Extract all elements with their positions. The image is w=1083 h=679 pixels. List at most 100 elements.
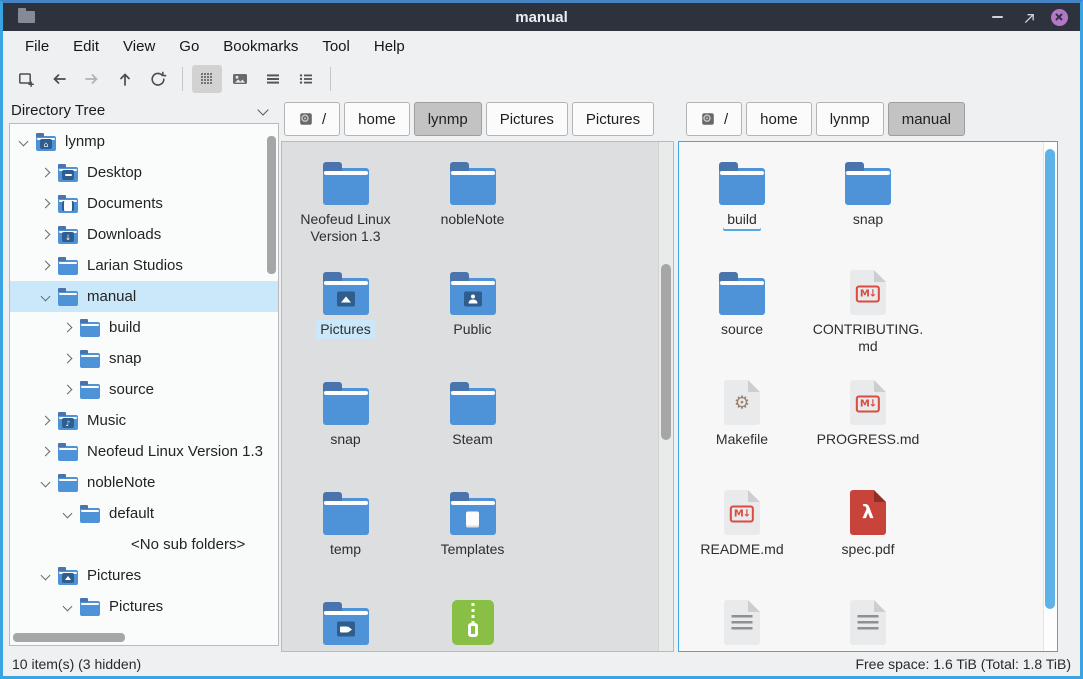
left-breadcrumb-pictures[interactable]: Pictures <box>572 102 654 136</box>
left-file-item-pictures[interactable]: Pictures <box>282 256 409 366</box>
sidebar-header-label: Directory Tree <box>11 102 105 119</box>
left-file-item-videos[interactable]: Videos <box>282 586 409 652</box>
left-breadcrumb-pictures[interactable]: Pictures <box>486 102 568 136</box>
right-breadcrumb-lynmp[interactable]: lynmp <box>816 102 884 136</box>
maximize-button[interactable] <box>1019 8 1037 26</box>
sidebar-header[interactable]: Directory Tree <box>9 100 279 121</box>
left-breadcrumb-home[interactable]: home <box>344 102 410 136</box>
chevron-down-icon[interactable] <box>255 103 271 119</box>
tree-item-desktop[interactable]: Desktop <box>10 157 278 188</box>
tree-item-pictures[interactable]: Pictures <box>10 591 278 622</box>
compact-view-button[interactable] <box>258 65 288 93</box>
file-item-label: temp <box>326 540 365 559</box>
new-tab-button[interactable] <box>11 65 41 93</box>
tree-item-neofeud-linux-version-1-3[interactable]: Neofeud Linux Version 1.3 <box>10 436 278 467</box>
expand-chevron-icon[interactable] <box>38 444 54 460</box>
right-breadcrumb-manual[interactable]: manual <box>888 102 965 136</box>
tree-item-pictures[interactable]: Pictures <box>10 560 278 591</box>
left-file-view[interactable]: Neofeud Linux Version 1.3nobleNotePictur… <box>281 141 674 652</box>
left-file-item-steam[interactable]: Steam <box>409 366 536 476</box>
left-pane-scrollbar-thumb[interactable] <box>661 264 671 440</box>
makefile-icon: ⚙ <box>724 380 760 425</box>
file-item-label: Videos <box>320 650 371 652</box>
right-file-item-spec-pdf[interactable]: λspec.pdf <box>805 476 931 586</box>
folder-icon <box>845 168 891 205</box>
menu-file[interactable]: File <box>13 34 61 59</box>
left-file-item-templates[interactable]: Templates <box>409 476 536 586</box>
tree-item-build[interactable]: build <box>10 312 278 343</box>
collapse-chevron-icon[interactable] <box>16 134 32 150</box>
tree-item-lynmp[interactable]: ⌂lynmp <box>10 126 278 157</box>
collapse-chevron-icon[interactable] <box>60 599 76 615</box>
icon-view-button[interactable] <box>192 65 222 93</box>
tree-item-downloads[interactable]: ↓Downloads <box>10 219 278 250</box>
right-breadcrumb-item[interactable]: / <box>686 102 742 136</box>
right-file-item-spec-rst[interactable]: spec.rst <box>679 586 805 652</box>
right-pane-scrollbar[interactable] <box>1043 142 1057 651</box>
left-file-item-temp[interactable]: temp <box>282 476 409 586</box>
menu-tool[interactable]: Tool <box>310 34 362 59</box>
tree-item-larian-studios[interactable]: Larian Studios <box>10 250 278 281</box>
left-breadcrumb-lynmp[interactable]: lynmp <box>414 102 482 136</box>
expand-chevron-icon[interactable] <box>38 196 54 212</box>
tree-item-default[interactable]: default <box>10 498 278 529</box>
collapse-chevron-icon[interactable] <box>38 568 54 584</box>
titlebar[interactable]: manual <box>3 3 1080 31</box>
tree-item-no-sub-folders[interactable]: <No sub folders> <box>10 529 278 560</box>
window-folder-icon <box>18 11 35 23</box>
menu-edit[interactable]: Edit <box>61 34 111 59</box>
left-file-item-snap[interactable]: snap <box>282 366 409 476</box>
right-file-item-makefile[interactable]: ⚙Makefile <box>679 366 805 476</box>
menu-view[interactable]: View <box>111 34 167 59</box>
right-file-item-styleguide-rst[interactable]: StyleGuide.rst <box>805 586 931 652</box>
right-file-item-readme-md[interactable]: M↓README.md <box>679 476 805 586</box>
expand-chevron-icon[interactable] <box>38 413 54 429</box>
up-button[interactable] <box>110 65 140 93</box>
markdown-file-icon: M↓ <box>724 490 760 535</box>
file-item-label: spec.rst <box>713 650 770 652</box>
collapse-chevron-icon[interactable] <box>60 506 76 522</box>
right-breadcrumb-home[interactable]: home <box>746 102 812 136</box>
sidebar-horizontal-scrollbar[interactable] <box>13 633 125 642</box>
expand-chevron-icon[interactable] <box>38 165 54 181</box>
expand-chevron-icon[interactable] <box>60 320 76 336</box>
sidebar-vertical-scrollbar[interactable] <box>267 136 276 274</box>
menu-bookmarks[interactable]: Bookmarks <box>211 34 310 59</box>
left-file-item-memes-tar-gz[interactable]: memes.tar.gz <box>409 586 536 652</box>
left-file-item-public[interactable]: Public <box>409 256 536 366</box>
left-breadcrumb-item[interactable]: / <box>284 102 340 136</box>
back-button[interactable] <box>44 65 74 93</box>
collapse-chevron-icon[interactable] <box>38 289 54 305</box>
directory-tree: ⌂lynmpDesktopDocuments↓DownloadsLarian S… <box>10 124 278 622</box>
left-file-item-neofeud-linux-version-1-3[interactable]: Neofeud Linux Version 1.3 <box>282 146 409 256</box>
minimize-button[interactable] <box>988 8 1006 26</box>
expand-chevron-icon[interactable] <box>38 258 54 274</box>
tree-item-noblenote[interactable]: nobleNote <box>10 467 278 498</box>
thumbnail-view-button[interactable] <box>225 65 255 93</box>
expand-chevron-icon[interactable] <box>38 227 54 243</box>
tree-item-manual[interactable]: manual <box>10 281 278 312</box>
menu-go[interactable]: Go <box>167 34 211 59</box>
detailed-list-view-button[interactable] <box>291 65 321 93</box>
right-pane-scrollbar-thumb[interactable] <box>1045 149 1055 609</box>
expand-chevron-icon[interactable] <box>60 382 76 398</box>
tree-item-documents[interactable]: Documents <box>10 188 278 219</box>
left-pane-scrollbar[interactable] <box>658 142 673 651</box>
right-file-item-source[interactable]: source <box>679 256 805 366</box>
folder-icon <box>323 498 369 535</box>
tree-item-music[interactable]: ♪Music <box>10 405 278 436</box>
expand-chevron-icon[interactable] <box>60 351 76 367</box>
menu-help[interactable]: Help <box>362 34 417 59</box>
left-file-item-noblenote[interactable]: nobleNote <box>409 146 536 256</box>
right-file-view[interactable]: buildsnapsourceM↓CONTRIBUTING.md⚙Makefil… <box>678 141 1058 652</box>
right-file-item-snap[interactable]: snap <box>805 146 931 256</box>
right-file-item-build[interactable]: build <box>679 146 805 256</box>
collapse-chevron-icon[interactable] <box>38 475 54 491</box>
right-file-item-progress-md[interactable]: M↓PROGRESS.md <box>805 366 931 476</box>
close-button[interactable] <box>1050 8 1068 26</box>
right-file-item-contributing-md[interactable]: M↓CONTRIBUTING.md <box>805 256 931 366</box>
tree-item-snap[interactable]: snap <box>10 343 278 374</box>
refresh-button[interactable] <box>143 65 173 93</box>
tree-item-source[interactable]: source <box>10 374 278 405</box>
forward-button <box>77 65 107 93</box>
